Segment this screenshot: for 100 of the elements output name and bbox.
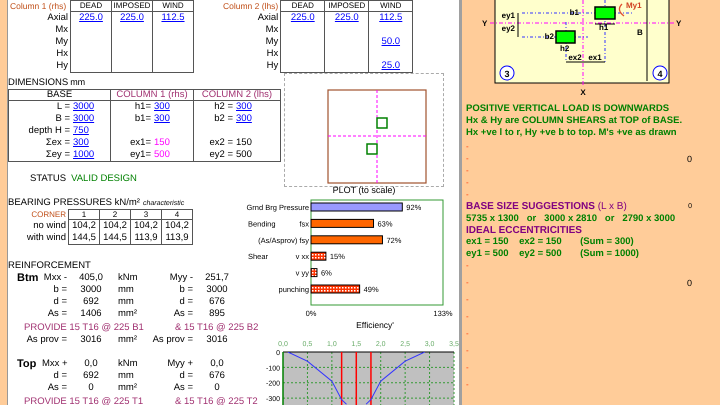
field-label: b2 = xyxy=(213,113,234,125)
dimension-label: Y xyxy=(482,19,488,28)
column-heading: 2 xyxy=(112,210,118,219)
input-value[interactable]: 1000 xyxy=(73,149,94,160)
input-value[interactable]: 3000 xyxy=(73,101,94,112)
column-heading: 4 xyxy=(174,210,180,219)
suggestion-text: 5735 x 1300 or 3000 x 2810 or 2790 x 3000 xyxy=(466,213,676,225)
status-value: VALID DESIGN xyxy=(71,172,137,185)
field-label: Σex = xyxy=(44,137,71,149)
field-label: As prov = xyxy=(152,334,193,345)
input-value[interactable]: 225.0 xyxy=(334,12,359,23)
field-label: As = xyxy=(48,308,67,319)
dimension-label: b2 xyxy=(544,32,554,41)
dash-mark: - xyxy=(466,165,469,177)
provide-text: & 15 T16 @ 225 T2 xyxy=(175,395,258,405)
table-heading: Column 2 (lhs) xyxy=(223,1,278,11)
computed-value: 500 xyxy=(236,149,252,160)
reference-line xyxy=(340,352,342,405)
input-value[interactable]: 225.0 xyxy=(120,12,144,23)
input-value[interactable]: 300 xyxy=(154,113,170,124)
table-cell: 113,9 xyxy=(165,232,189,243)
unit-label: kNm xyxy=(118,358,138,369)
note-text: POSITIVE VERTICAL LOAD IS DOWNWARDS xyxy=(466,103,670,115)
field-label: L = xyxy=(56,101,71,113)
dimension-label: X xyxy=(580,88,586,97)
table-cell: 104,2 xyxy=(165,220,189,231)
input-value[interactable]: 112.5 xyxy=(379,12,402,23)
computed-value: 150 xyxy=(154,137,170,148)
column-heading: BASE xyxy=(46,89,72,100)
dimension-label: ey1 xyxy=(502,11,515,20)
input-value[interactable]: 300 xyxy=(236,101,252,112)
plot-caption: PLOT (to scale) xyxy=(332,185,396,195)
reference-line xyxy=(356,352,358,405)
provide-text: PROVIDE 15 T16 @ 225 T1 xyxy=(23,395,144,405)
unit-label: mm xyxy=(118,370,134,381)
row-label: Hx xyxy=(56,48,68,59)
input-value[interactable]: 3000 xyxy=(73,113,94,124)
input-value[interactable]: 112.5 xyxy=(161,12,185,23)
eccentricity-text: ey1 = 500 ey2 = 500 (Sum = 1000) xyxy=(466,248,640,260)
table-cell: 144,5 xyxy=(72,232,96,243)
row-label: My xyxy=(55,36,68,47)
input-value[interactable]: 225.0 xyxy=(79,12,103,23)
field-label: As = xyxy=(48,382,67,393)
dimension-label: ex2 xyxy=(568,53,582,62)
value-text: 0 xyxy=(686,153,692,165)
column-heading: 3 xyxy=(144,210,148,219)
unit-label: mm² xyxy=(118,308,137,319)
value: 251,7 xyxy=(205,272,229,283)
unit-label: mm xyxy=(70,77,86,88)
reference-line xyxy=(370,352,372,405)
dash-mark: - xyxy=(466,189,469,201)
dash-mark: - xyxy=(466,294,469,306)
input-value[interactable]: 300 xyxy=(236,113,252,124)
value: 692 xyxy=(83,370,99,381)
field-label: B = xyxy=(54,113,71,125)
row-label: Axial xyxy=(258,12,278,23)
dimension-label: ey2 xyxy=(502,24,515,33)
input-value[interactable]: 300 xyxy=(73,137,89,148)
value: 0 xyxy=(214,382,220,393)
value: 3016 xyxy=(80,334,102,345)
section-title: BEARING PRESSURES kN/m² xyxy=(8,197,140,209)
field-label: As prov = xyxy=(26,334,67,345)
input-value[interactable]: 50.0 xyxy=(382,36,400,47)
dimension-label: 4 xyxy=(658,69,662,79)
input-value[interactable]: 750 xyxy=(73,125,89,136)
input-value[interactable]: 225.0 xyxy=(290,12,315,23)
unit-label: mm² xyxy=(118,334,137,345)
section-title: DIMENSIONS xyxy=(8,77,68,88)
section-heading: IDEAL ECCENTRICITIES xyxy=(466,225,583,236)
dash-mark: - xyxy=(466,260,469,272)
field-label: b = xyxy=(180,284,193,295)
computed-value: 150 xyxy=(236,137,252,148)
field-label: h2 = xyxy=(213,101,234,113)
field-label: Mxx - xyxy=(44,272,67,283)
dash-mark: - xyxy=(466,328,469,340)
unit-label: kNm xyxy=(118,272,138,283)
field-label: ex2 = xyxy=(208,137,234,149)
field-label: d = xyxy=(180,296,193,307)
provide-text: & 15 T16 @ 225 B2 xyxy=(175,321,258,334)
table-cell: 104,2 xyxy=(134,220,158,231)
dash-mark: - xyxy=(466,379,469,391)
dash-mark: - xyxy=(466,311,469,323)
field-label: d = xyxy=(54,370,67,381)
value: 3016 xyxy=(206,334,228,345)
block-label: Btm xyxy=(17,272,38,284)
unit-label: mm xyxy=(118,296,134,307)
value: 895 xyxy=(209,308,225,319)
input-value[interactable]: 300 xyxy=(154,101,170,112)
value: 676 xyxy=(209,296,225,307)
field-label: Mxx + xyxy=(42,358,68,369)
field-label: ex1= xyxy=(129,137,152,149)
value: 676 xyxy=(209,370,225,381)
value: 0 xyxy=(88,382,94,393)
dimension-label: b1 xyxy=(570,8,579,17)
section-title: REINFORCEMENT xyxy=(8,260,92,272)
axis-title: Efficiency' xyxy=(356,320,394,330)
row-label: with wind xyxy=(26,232,66,244)
field-label: b = xyxy=(54,284,67,295)
value-text: 0 xyxy=(686,277,692,290)
column-heading: WIND xyxy=(380,1,402,10)
